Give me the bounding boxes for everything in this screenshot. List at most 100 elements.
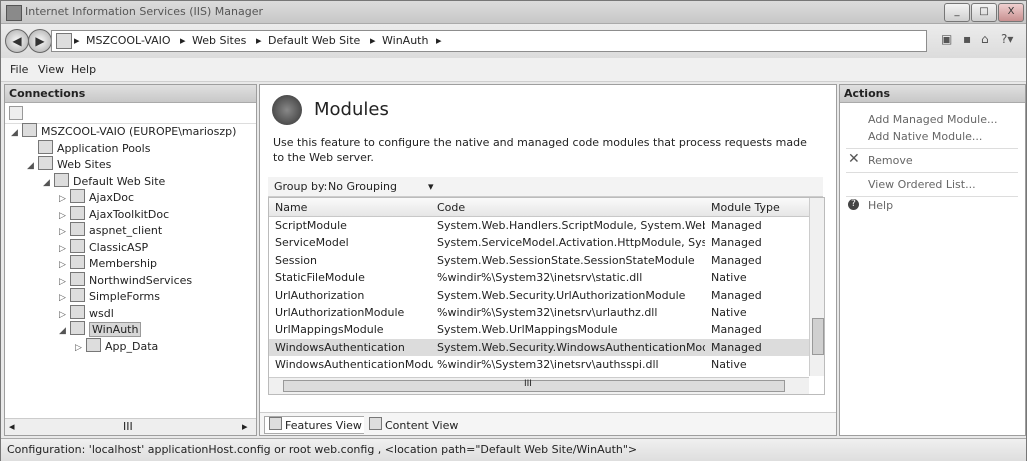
tree-item[interactable]: ◢ WinAuth	[59, 321, 142, 337]
breadcrumb-server[interactable]: MSZCOOL-VAIO	[86, 34, 171, 47]
tree-expander-icon[interactable]: ▷	[59, 227, 68, 237]
add-managed-module-link[interactable]: Add Managed Module...	[868, 113, 997, 126]
view-ordered-list-link[interactable]: View Ordered List...	[868, 178, 976, 191]
tree-item[interactable]: Application Pools	[27, 139, 150, 155]
breadcrumb-winauth[interactable]: WinAuth	[382, 34, 428, 47]
tree-item-label: NorthwindServices	[89, 273, 193, 287]
tree-item[interactable]: ◢ Default Web Site	[43, 172, 165, 188]
help-link[interactable]: Help	[868, 199, 893, 212]
home-icon[interactable]: ⌂	[981, 32, 989, 46]
tree-expander-icon[interactable]: ◢	[59, 326, 68, 336]
grid-vscroll[interactable]	[809, 198, 824, 376]
table-cell: StaticFileModule	[275, 271, 365, 285]
vscroll-thumb[interactable]	[812, 318, 824, 355]
tree-item-label: WinAuth	[89, 322, 142, 337]
maximize-button[interactable]: □	[971, 3, 997, 22]
scroll-left-icon[interactable]: ◂	[9, 420, 15, 433]
breadcrumb-default-web-site[interactable]: Default Web Site	[268, 34, 360, 47]
column-module-type[interactable]: Module Type	[711, 201, 780, 214]
address-bar[interactable]: ▸ MSZCOOL-VAIO ▸ Web Sites ▸ Default Web…	[51, 30, 927, 52]
tree-item[interactable]: ▷ AjaxDoc	[59, 189, 134, 204]
tab-features-view[interactable]: Features View	[264, 416, 367, 434]
tree-item[interactable]: ▷ NorthwindServices	[59, 271, 193, 287]
tree-item-label: AjaxDoc	[89, 191, 135, 204]
tree-expander-icon[interactable]: ▷	[59, 244, 68, 254]
tree-item[interactable]: ▷ App_Data	[75, 337, 159, 353]
table-cell: Native	[711, 271, 747, 285]
table-row[interactable]: WindowsAuthentication System.Web.Security…	[269, 338, 809, 356]
table-row[interactable]: UrlAuthorizationModule %windir%\System32\…	[269, 304, 809, 321]
menu-help[interactable]: Help	[71, 63, 96, 76]
network-icon[interactable]: ▣	[941, 32, 952, 46]
table-row[interactable]: StaticFileModule %windir%\System32\inetsr…	[269, 269, 809, 286]
remove-link[interactable]: Remove	[868, 154, 913, 167]
table-cell: System.Web.Handlers.ScriptModule, System…	[437, 219, 705, 232]
folder-icon	[70, 304, 85, 319]
tree-item-label: App_Data	[105, 339, 159, 353]
grid-hscroll[interactable]: III	[269, 377, 809, 394]
menu-view[interactable]: View	[38, 63, 64, 76]
tree-item[interactable]: ▷ SimpleForms	[59, 288, 160, 303]
connections-hscroll[interactable]: ◂ III ▸	[5, 418, 256, 435]
breadcrumb-separator-icon: ▸	[256, 34, 262, 47]
tree-expander-icon[interactable]: ▷	[59, 260, 68, 270]
tree-expander-icon[interactable]: ◢	[27, 161, 36, 171]
table-cell: ServiceModel	[275, 236, 349, 250]
modules-grid: Name Code Module Type ScriptModule System…	[268, 197, 825, 395]
tree-item-label: Web Sites	[57, 158, 112, 171]
scroll-thumb[interactable]: III	[123, 420, 133, 433]
table-cell: UrlMappingsModule	[275, 323, 384, 337]
table-cell: %windir%\System32\inetsrv\static.dll	[437, 271, 643, 285]
table-row[interactable]: UrlMappingsModule System.Web.UrlMappingsM…	[269, 321, 809, 338]
menu-file[interactable]: File	[10, 63, 28, 76]
tree-item[interactable]: ▷ wsdl	[59, 304, 114, 320]
breadcrumb-web-sites[interactable]: Web Sites	[192, 34, 246, 47]
help-icon[interactable]: ?▾	[1001, 32, 1013, 46]
tab-content-view[interactable]: Content View	[364, 416, 464, 434]
table-row[interactable]: WindowsAuthenticationModule %windir%\Syst…	[269, 356, 809, 373]
tree-item-label: Membership	[89, 257, 157, 270]
tree-item-label: wsdl	[89, 306, 114, 320]
folder-icon	[70, 189, 85, 203]
tree-expander-icon[interactable]: ◢	[43, 178, 52, 188]
table-cell: WindowsAuthenticationModule	[275, 358, 433, 372]
connect-icon[interactable]	[9, 106, 23, 120]
tree-item[interactable]: ◢ Web Sites	[27, 156, 111, 171]
stop-icon[interactable]: ▪	[963, 32, 971, 46]
tree-expander-icon[interactable]: ▷	[75, 343, 84, 353]
scroll-right-icon[interactable]: ▸	[242, 420, 248, 433]
table-row[interactable]: ScriptModule System.Web.Handlers.ScriptMo…	[269, 217, 809, 234]
table-row[interactable]: UrlAuthorization System.Web.Security.UrlA…	[269, 287, 809, 304]
chevron-down-icon[interactable]: ▾	[428, 180, 434, 193]
tree-expander-icon[interactable]: ▷	[59, 194, 68, 204]
hscroll-thumb[interactable]: III	[283, 379, 785, 392]
table-cell: Managed	[711, 340, 762, 354]
tree-item[interactable]: ▷ aspnet_client	[59, 222, 162, 237]
tree-item[interactable]: ▷ Membership	[59, 255, 157, 270]
app-icon	[6, 5, 22, 21]
tree-expander-icon[interactable]: ▷	[59, 293, 68, 303]
minimize-button[interactable]: _	[944, 3, 970, 22]
tree-expander-icon[interactable]: ▷	[59, 310, 68, 320]
table-row[interactable]: ServiceModel System.ServiceModel.Activati…	[269, 234, 809, 251]
connections-header: Connections	[5, 85, 256, 103]
tree-item[interactable]: ▷ ClassicASP	[59, 238, 148, 254]
tree-item[interactable]: ▷ AjaxToolkitDoc	[59, 205, 169, 221]
back-button[interactable]: ◀	[5, 29, 29, 53]
group-by-select[interactable]: No Grouping	[328, 180, 397, 193]
grid-header: Name Code Module Type	[269, 198, 809, 217]
tree-expander-icon[interactable]: ▷	[59, 277, 68, 287]
feature-panel: Modules Use this feature to configure th…	[259, 84, 837, 436]
modules-icon	[272, 95, 302, 125]
forward-button[interactable]: ▶	[28, 29, 52, 53]
folder-icon	[70, 222, 85, 236]
tree-item[interactable]: ◢ MSZCOOL-VAIO (EUROPE\marioszp)	[11, 123, 236, 138]
column-name[interactable]: Name	[275, 201, 307, 214]
tree-expander-icon[interactable]: ◢	[11, 128, 20, 138]
server-icon	[56, 33, 72, 49]
close-button[interactable]: X	[998, 3, 1024, 22]
table-row[interactable]: Session System.Web.SessionState.SessionSt…	[269, 252, 809, 269]
tree-expander-icon[interactable]: ▷	[59, 211, 68, 221]
column-code[interactable]: Code	[437, 201, 465, 214]
add-native-module-link[interactable]: Add Native Module...	[868, 130, 982, 143]
